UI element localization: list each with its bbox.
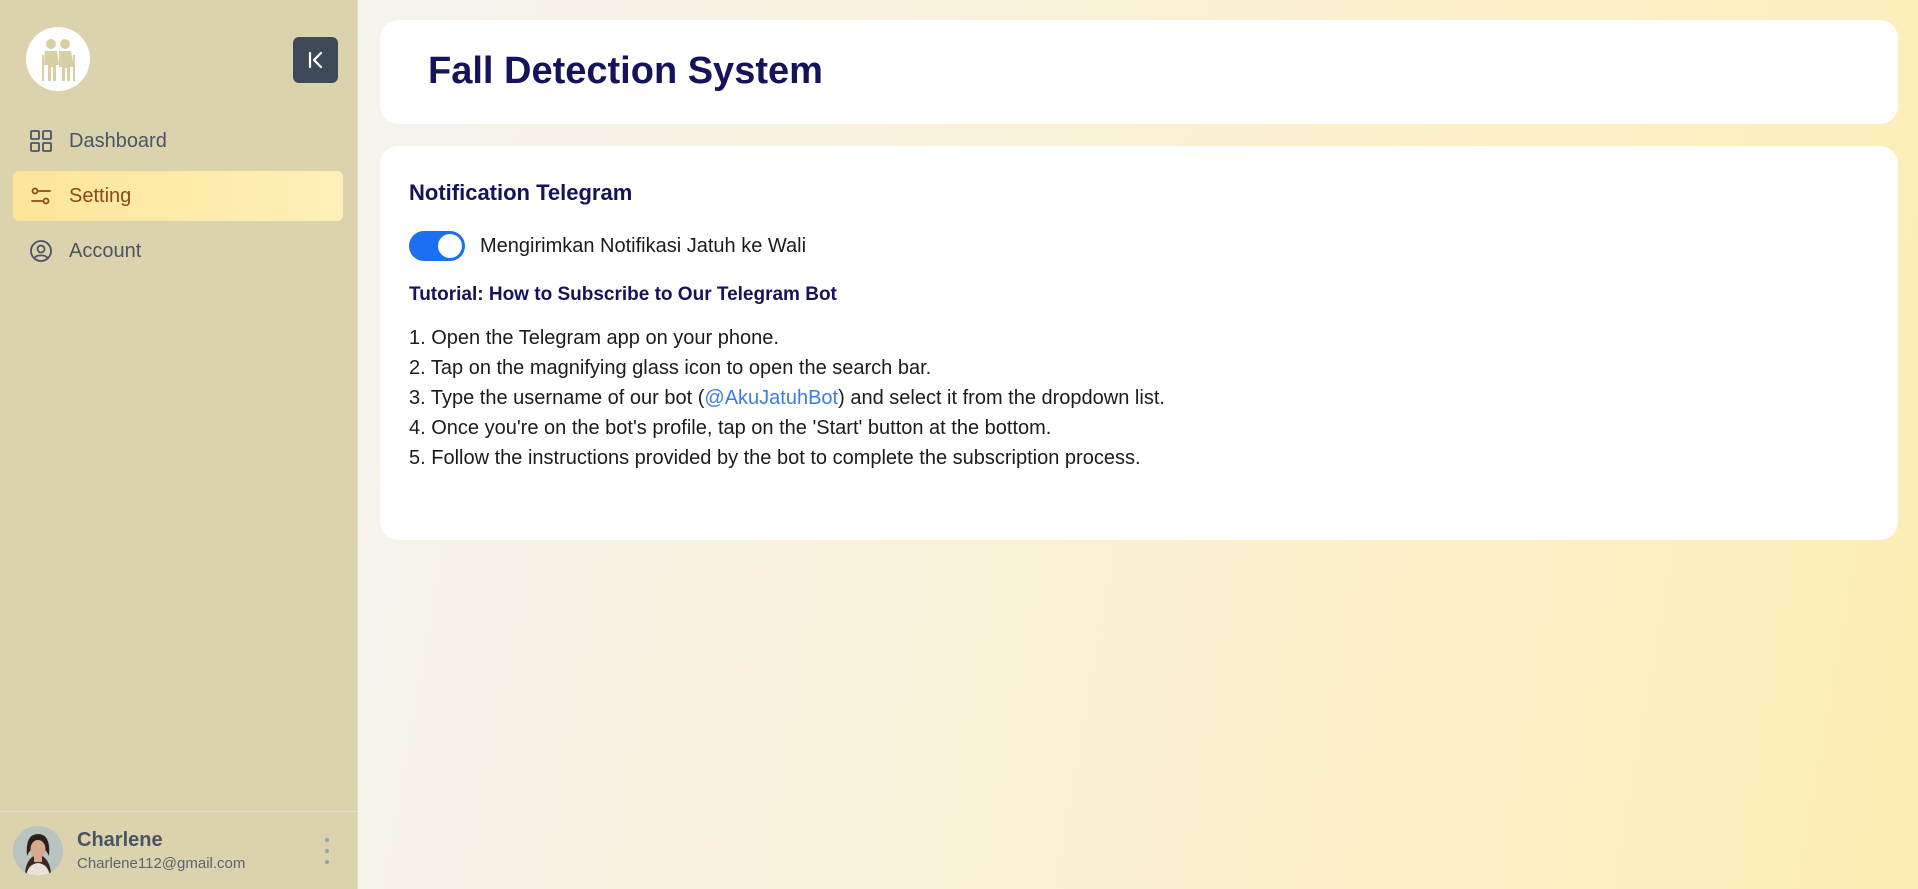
list-item: 1. Open the Telegram app on your phone. [409,323,1165,353]
step-number: 1. [409,327,426,349]
avatar[interactable] [13,825,63,876]
sidebar-nav: Dashboard Setting Account [13,116,343,281]
list-item: 5. Follow the instructions provided by t… [409,443,1165,473]
tutorial-steps: 1. Open the Telegram app on your phone. … [409,323,1165,473]
sidebar-item-label: Setting [69,184,132,207]
user-info: Charlene Charlene112@gmail.com [77,829,245,872]
step-text: Tap on the magnifying glass icon to open… [430,357,932,379]
more-options-button[interactable] [322,838,332,864]
user-profile: Charlene Charlene112@gmail.com [0,811,358,889]
notification-toggle[interactable] [409,231,465,261]
sidebar: Dashboard Setting Account Charlene Charl… [0,0,358,889]
notification-toggle-row: Mengirimkan Notifikasi Jatuh ke Wali [409,231,806,261]
collapse-sidebar-button[interactable] [293,37,338,83]
tutorial-title: Tutorial: How to Subscribe to Our Telegr… [409,284,837,305]
dashboard-grid-icon [29,129,53,153]
header-card: Fall Detection System [380,20,1898,124]
user-name: Charlene [77,829,163,851]
step-text: Once you're on the bot's profile, tap on… [431,417,1052,439]
collapse-left-icon [308,51,322,69]
sidebar-item-setting[interactable]: Setting [13,171,343,221]
section-title: Notification Telegram [409,180,633,205]
bot-username-link[interactable]: @AkuJatuhBot [704,387,838,409]
sliders-icon [29,184,53,208]
list-item: 3. Type the username of our bot (@AkuJat… [409,383,1165,413]
sidebar-item-label: Account [69,239,142,262]
step-text-after: ) and select it from the dropdown list. [838,387,1165,409]
step-number: 2. [409,357,426,379]
step-text: Open the Telegram app on your phone. [431,327,779,349]
toggle-knob [438,234,462,258]
user-email: Charlene112@gmail.com [77,855,246,872]
sidebar-item-label: Dashboard [69,129,167,152]
list-item: 2. Tap on the magnifying glass icon to o… [409,353,1165,383]
step-text-before: Type the username of our bot ( [430,387,705,409]
user-circle-icon [29,239,53,263]
step-text: Follow the instructions provided by the … [431,447,1141,469]
app-logo[interactable] [26,27,90,91]
step-number: 4. [409,417,426,439]
page-title: Fall Detection System [428,50,823,92]
notification-settings-card: Notification Telegram Mengirimkan Notifi… [380,146,1898,540]
elderly-couple-icon [42,39,75,81]
sidebar-item-account[interactable]: Account [13,226,343,276]
step-number: 3. [409,387,426,409]
toggle-label: Mengirimkan Notifikasi Jatuh ke Wali [480,234,807,257]
list-item: 4. Once you're on the bot's profile, tap… [409,413,1165,443]
step-number: 5. [409,447,426,469]
more-vertical-icon [325,838,329,842]
sidebar-item-dashboard[interactable]: Dashboard [13,116,343,166]
